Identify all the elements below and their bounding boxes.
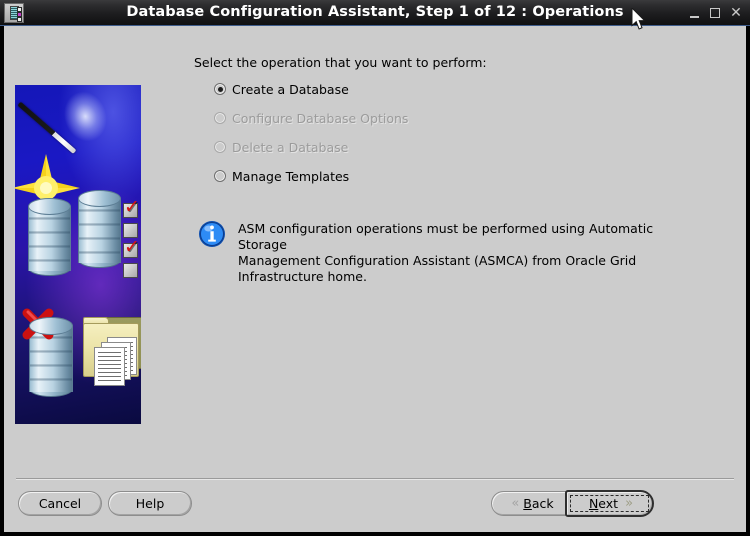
radio-indicator — [214, 141, 226, 153]
chevron-double-left-icon: « — [511, 496, 519, 511]
close-icon[interactable]: ✕ — [728, 5, 744, 21]
radio-create-a-database[interactable]: Create a Database — [214, 80, 349, 98]
cylinder-top — [29, 317, 73, 335]
radio-label: Delete a Database — [232, 139, 349, 155]
info-message: ASM configuration operations must be per… — [198, 218, 688, 285]
cancel-button-label: Cancel — [38, 496, 82, 511]
checklist-icon: ✓ ✓ — [119, 198, 141, 279]
red-check-icon: ✓ — [124, 236, 140, 258]
cylinder-body — [28, 205, 71, 272]
radio-configure-database-options: Configure Database Options — [214, 109, 408, 127]
dialog-client-area: ✓ ✓ Select the operation that you want t… — [4, 26, 746, 532]
database-cylinder-icon — [28, 198, 71, 276]
cylinder-top — [28, 198, 71, 216]
radio-manage-templates[interactable]: Manage Templates — [214, 167, 349, 185]
cylinder-body — [78, 197, 121, 264]
folder-icon — [77, 313, 141, 403]
red-check-icon: ✓ — [124, 196, 140, 218]
radio-label: Configure Database Options — [232, 110, 409, 126]
info-icon — [199, 221, 225, 247]
cylinder-top — [78, 190, 121, 208]
dbca-wizard-illustration: ✓ ✓ — [15, 85, 141, 424]
checklist-box — [123, 263, 138, 278]
help-button-label: Help — [135, 496, 165, 511]
radio-delete-a-database: Delete a Database — [214, 138, 348, 156]
help-button[interactable]: Help — [108, 491, 192, 516]
radio-indicator[interactable] — [214, 170, 226, 182]
back-button: « Back — [491, 491, 574, 516]
back-button-label: Back — [523, 496, 554, 511]
info-line-1: ASM configuration operations must be per… — [238, 221, 654, 252]
documents-icon — [94, 347, 125, 386]
chevron-double-right-icon: » — [625, 496, 633, 511]
button-bar-divider — [16, 478, 734, 480]
radio-indicator — [214, 112, 226, 124]
wand-glow — [53, 85, 131, 161]
page-title: Select the operation that you want to pe… — [194, 55, 487, 70]
application-window: Database Configuration Assistant, Step 1… — [0, 0, 750, 536]
next-button-label: Next — [588, 496, 619, 511]
database-cylinder-icon — [78, 190, 121, 268]
info-message-text: ASM configuration operations must be per… — [238, 218, 688, 285]
cancel-button[interactable]: Cancel — [18, 491, 102, 516]
radio-label: Create a Database — [232, 81, 349, 97]
next-button[interactable]: Next » — [565, 490, 654, 517]
document-lines — [98, 352, 121, 382]
database-cylinder-icon — [29, 317, 73, 397]
maximize-icon[interactable] — [707, 5, 723, 21]
mouse-pointer — [631, 8, 646, 30]
radio-indicator[interactable] — [214, 83, 226, 95]
info-line-2: Management Configuration Assistant (ASMC… — [238, 253, 637, 284]
radio-label: Manage Templates — [232, 168, 350, 184]
minimize-icon[interactable] — [686, 5, 702, 21]
